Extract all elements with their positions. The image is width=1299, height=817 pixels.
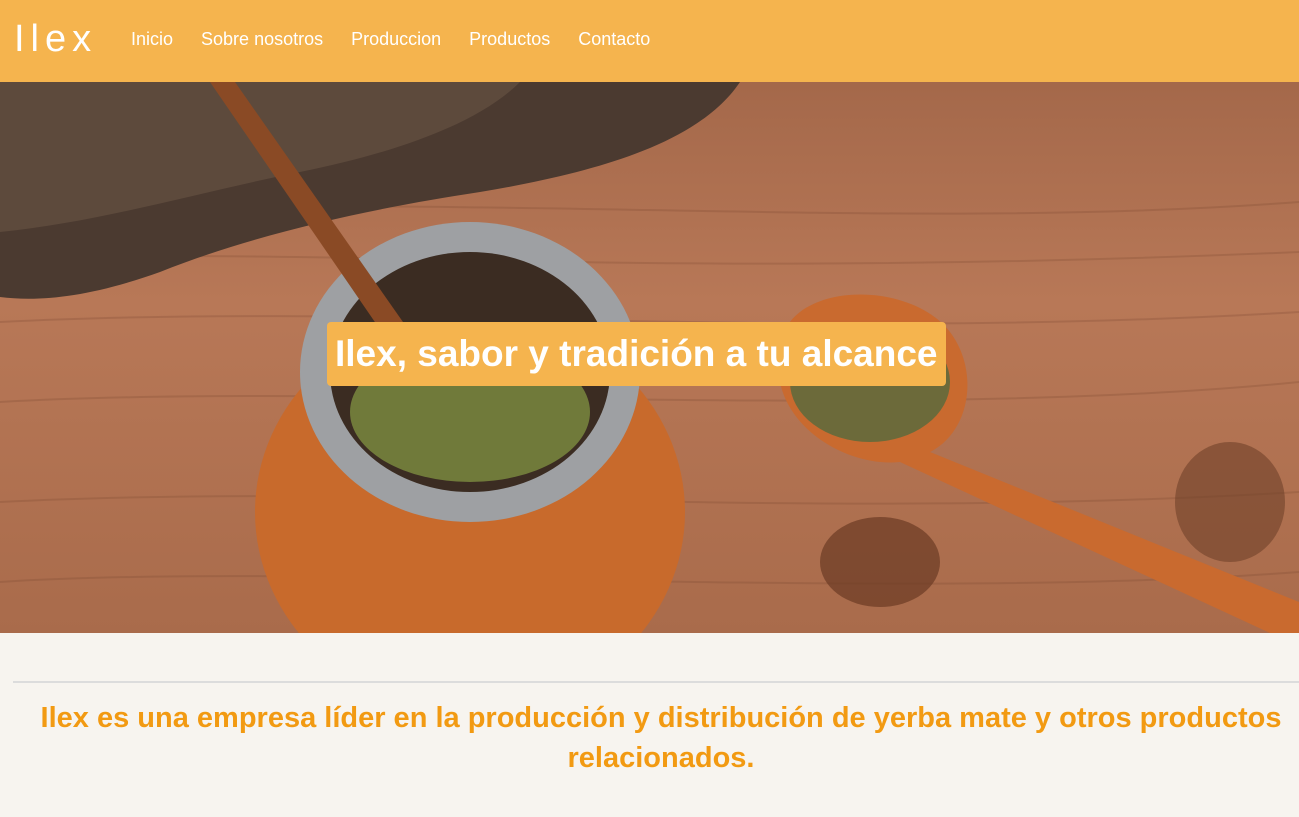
intro-text: Ilex es una empresa líder en la producci… <box>40 702 1282 774</box>
main-nav: Inicio Sobre nosotros Produccion Product… <box>131 28 650 50</box>
nav-link-contacto[interactable]: Contacto <box>578 29 650 49</box>
nav-item-inicio: Inicio <box>131 28 173 50</box>
nav-item-contacto: Contacto <box>578 28 650 50</box>
nav-item-sobre-nosotros: Sobre nosotros <box>201 28 323 50</box>
nav-link-productos[interactable]: Productos <box>469 29 550 49</box>
nav-link-inicio[interactable]: Inicio <box>131 29 173 49</box>
hero-title: Ilex, sabor y tradición a tu alcance <box>327 322 946 386</box>
nav-link-produccion[interactable]: Produccion <box>351 29 441 49</box>
top-navbar: Ilex Inicio Sobre nosotros Produccion Pr… <box>0 0 1299 82</box>
section-divider <box>13 681 1299 683</box>
nav-item-produccion: Produccion <box>351 28 441 50</box>
nav-item-productos: Productos <box>469 28 550 50</box>
site-logo[interactable]: Ilex <box>14 17 97 61</box>
hero-banner: Ilex, sabor y tradición a tu alcance <box>0 82 1299 633</box>
nav-link-sobre-nosotros[interactable]: Sobre nosotros <box>201 29 323 49</box>
